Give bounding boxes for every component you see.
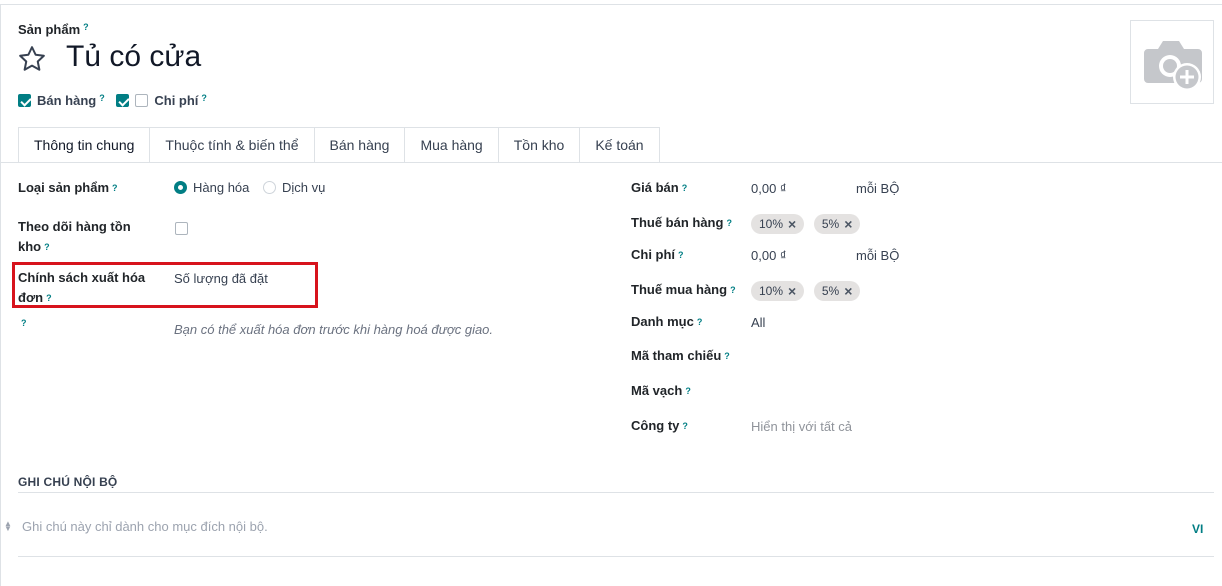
cost-unit: mỗi BỘ bbox=[856, 248, 900, 263]
tab-sales[interactable]: Bán hàng bbox=[314, 127, 406, 163]
remove-tag-icon[interactable]: × bbox=[788, 284, 796, 298]
category-label: Danh mục? bbox=[631, 312, 702, 332]
tax-tag: 10% × bbox=[751, 281, 805, 301]
help-icon[interactable]: ? bbox=[678, 250, 684, 260]
tab-divider bbox=[0, 162, 1222, 163]
can-be-sold-label: Bán hàng bbox=[37, 93, 97, 108]
help-icon[interactable]: ? bbox=[112, 183, 118, 193]
product-type-label-text: Loại sản phẩm bbox=[18, 180, 110, 195]
track-inventory-label: Theo dõi hàng tồn kho? bbox=[18, 217, 131, 257]
company-label: Công ty? bbox=[631, 416, 688, 436]
star-icon[interactable] bbox=[17, 44, 47, 74]
cost-label: Chi phí? bbox=[631, 245, 684, 265]
highlight-annotation bbox=[12, 262, 318, 308]
invoice-policy-hint: Bạn có thể xuất hóa đơn trước khi hàng h… bbox=[174, 322, 494, 337]
category-label-text: Danh mục bbox=[631, 314, 694, 329]
remove-tag-icon[interactable]: × bbox=[788, 217, 796, 231]
barcode-label: Mã vạch? bbox=[631, 381, 691, 401]
remove-tag-icon[interactable]: × bbox=[844, 217, 852, 231]
help-icon[interactable]: ? bbox=[682, 183, 688, 193]
breadcrumb: Sản phẩm? bbox=[18, 22, 89, 37]
help-icon[interactable]: ? bbox=[21, 318, 27, 328]
help-icon[interactable]: ? bbox=[44, 242, 50, 252]
language-button[interactable]: VI bbox=[1192, 522, 1203, 536]
reference-label: Mã tham chiếu? bbox=[631, 346, 730, 366]
internal-notes-title: GHI CHÚ NỘI BỘ bbox=[18, 475, 118, 489]
product-type-label: Loại sản phẩm? bbox=[18, 178, 118, 198]
sale-price-label: Giá bán? bbox=[631, 178, 687, 198]
radio-goods-button[interactable] bbox=[174, 181, 187, 194]
can-be-sold-option[interactable]: Bán hàng? bbox=[18, 93, 105, 108]
company-select[interactable]: Hiển thị với tất cả bbox=[751, 417, 852, 437]
tab-purchase[interactable]: Mua hàng bbox=[405, 127, 499, 163]
cost-label-text: Chi phí bbox=[631, 247, 676, 262]
resize-handle-icon[interactable]: ▲ ▼ bbox=[4, 520, 12, 533]
product-type-radio-group: Hàng hóa Dịch vụ bbox=[174, 178, 325, 198]
purchase-tax-tags[interactable]: 10% × 5% × bbox=[751, 281, 866, 301]
radio-service-button[interactable] bbox=[263, 181, 277, 194]
notebook-tabs: Thông tin chung Thuộc tính & biến thể Bá… bbox=[18, 127, 660, 163]
section-divider bbox=[18, 492, 1214, 493]
tax-tag-label: 10% bbox=[759, 217, 784, 231]
sale-tax-label-text: Thuế bán hàng bbox=[631, 215, 724, 230]
can-be-sold-checkbox[interactable] bbox=[18, 94, 31, 107]
cost-input[interactable]: 0,00 ₫ bbox=[751, 246, 787, 266]
reference-label-text: Mã tham chiếu bbox=[631, 348, 722, 363]
camera-add-icon bbox=[1144, 41, 1202, 91]
sale-tax-label: Thuế bán hàng? bbox=[631, 213, 732, 233]
tab-attributes-variants[interactable]: Thuộc tính & biến thể bbox=[150, 127, 315, 163]
help-icon[interactable]: ? bbox=[724, 351, 730, 361]
barcode-input[interactable] bbox=[751, 381, 951, 401]
sale-tax-tags[interactable]: 10% × 5% × bbox=[751, 214, 866, 234]
tax-tag: 5% × bbox=[813, 214, 861, 234]
purchase-tax-label: Thuế mua hàng? bbox=[631, 280, 736, 300]
help-icon[interactable]: ? bbox=[201, 93, 207, 103]
tab-accounting[interactable]: Kế toán bbox=[580, 127, 660, 163]
barcode-label-text: Mã vạch bbox=[631, 383, 683, 398]
track-inventory-label-line1: Theo dõi hàng tồn bbox=[18, 219, 131, 234]
help-icon[interactable]: ? bbox=[685, 386, 691, 396]
radio-goods[interactable]: Hàng hóa bbox=[174, 180, 249, 195]
internal-notes-input[interactable]: Ghi chú này chỉ dành cho mục đích nội bộ… bbox=[22, 519, 268, 534]
help-icon[interactable]: ? bbox=[682, 421, 688, 431]
tax-tag-label: 5% bbox=[821, 284, 840, 298]
track-inventory-checkbox[interactable] bbox=[175, 222, 188, 235]
product-name-field[interactable]: Tủ có cửa bbox=[66, 40, 201, 74]
tax-tag: 10% × bbox=[751, 214, 805, 234]
product-image-upload[interactable] bbox=[1130, 20, 1214, 104]
company-label-text: Công ty bbox=[631, 418, 680, 433]
help-icon[interactable]: ? bbox=[697, 317, 703, 327]
remove-tag-icon[interactable]: × bbox=[844, 284, 852, 298]
sale-price-input[interactable]: 0,00 ₫ bbox=[751, 179, 787, 199]
track-inventory-label-line2: kho bbox=[18, 239, 42, 254]
invoice-hint-help: ? bbox=[18, 318, 27, 333]
radio-goods-label: Hàng hóa bbox=[193, 180, 250, 195]
tab-general-info[interactable]: Thông tin chung bbox=[18, 127, 151, 163]
tab-inventory[interactable]: Tồn kho bbox=[498, 127, 581, 163]
radio-service-label: Dịch vụ bbox=[282, 180, 326, 195]
notes-divider bbox=[18, 556, 1214, 557]
expense-label: Chi phí bbox=[154, 93, 199, 108]
help-icon[interactable]: ? bbox=[83, 22, 89, 32]
sale-price-label-text: Giá bán bbox=[631, 180, 679, 195]
expense-checkbox[interactable] bbox=[135, 94, 149, 107]
tax-tag-label: 10% bbox=[759, 284, 784, 298]
tax-tag-label: 5% bbox=[821, 217, 840, 231]
product-options: Bán hàng? Chi phí? bbox=[18, 93, 215, 108]
expense-option[interactable]: Chi phí? bbox=[116, 93, 207, 108]
sale-price-unit: mỗi BỘ bbox=[856, 181, 900, 196]
purchase-tax-label-text: Thuế mua hàng bbox=[631, 282, 728, 297]
tax-tag: 5% × bbox=[813, 281, 861, 301]
help-icon[interactable]: ? bbox=[726, 218, 732, 228]
category-select[interactable]: All bbox=[751, 313, 765, 333]
help-icon[interactable]: ? bbox=[99, 93, 105, 103]
radio-service[interactable]: Dịch vụ bbox=[263, 180, 325, 195]
reference-input[interactable] bbox=[751, 346, 951, 366]
breadcrumb-label: Sản phẩm bbox=[18, 22, 81, 37]
can-be-purchased-checkbox[interactable] bbox=[116, 94, 130, 107]
help-icon[interactable]: ? bbox=[730, 285, 736, 295]
